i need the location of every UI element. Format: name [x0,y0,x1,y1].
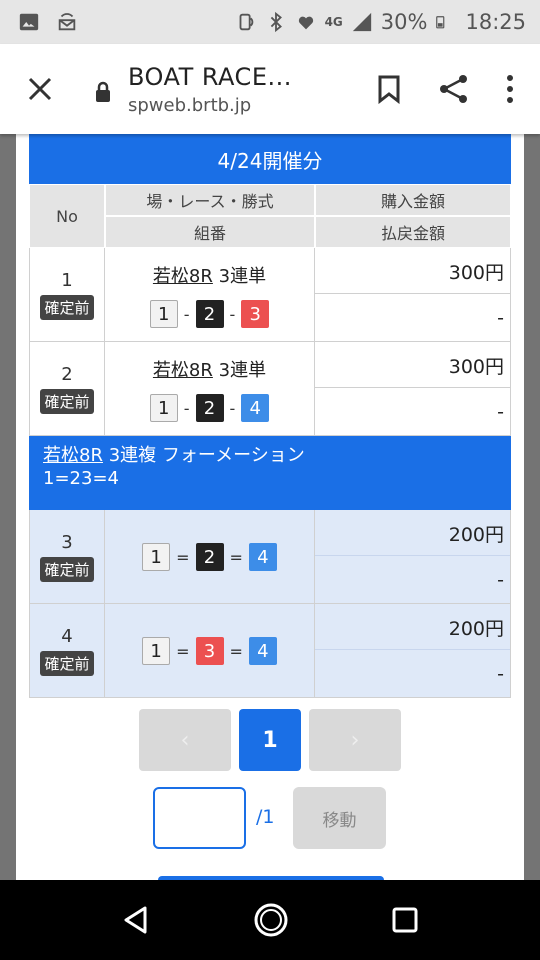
wifi-mail-notification-icon [58,13,76,31]
table-header: No 場・レース・勝式 購入金額 組番 払戻金額 [29,184,511,248]
recents-icon[interactable] [391,906,419,934]
page-url: spweb.brtb.jp [128,94,252,116]
share-icon[interactable] [438,73,470,105]
refund-amount: - [497,401,504,423]
combo-sep: - [183,398,190,418]
boat-number: 2 [195,300,224,328]
combo-sep: = [229,547,243,567]
bluetooth-icon [270,11,282,33]
status-badge: 確定前 [40,557,94,582]
header-refund: 払戻金額 [315,216,511,248]
boat-number: 3 [195,637,224,665]
formation-race-link[interactable]: 若松8R [43,445,103,466]
combo: 1- 2- 4 [149,394,270,422]
refund-amount: - [497,569,504,591]
signal-icon [352,12,371,32]
refund-amount: - [497,307,504,329]
race-link[interactable]: 若松8R [153,266,213,287]
jump-button[interactable]: 移動 [293,787,386,849]
prev-page-button[interactable]: ‹ [139,709,231,771]
boat-number: 3 [241,300,270,328]
content-sheet: 4/24開催分 No 場・レース・勝式 購入金額 組番 払戻金額 1 確定前 若松… [16,134,524,880]
boat-number: 1 [142,637,171,665]
more-options-icon[interactable] [506,74,514,104]
formation-header: 若松8R 3連複 フォーメーション 1=23=4 [29,436,511,510]
header-combo: 組番 [105,216,315,248]
purchase-amount: 300円 [315,342,510,388]
status-badge: 確定前 [40,295,94,320]
combo-sep: - [183,304,190,324]
back-icon[interactable] [121,905,151,935]
boat-number: 2 [195,543,224,571]
battery-percent: 30% [380,10,428,34]
nfc-icon [239,13,253,31]
home-icon[interactable] [253,902,289,938]
web-page: 4/24開催分 No 場・レース・勝式 購入金額 組番 払戻金額 1 確定前 若松… [0,134,540,880]
status-badge: 確定前 [40,651,94,676]
browser-toolbar: BOAT RACE... spweb.brtb.jp [0,44,540,134]
boat-number: 4 [248,543,277,571]
current-page-button[interactable]: 1 [239,709,301,771]
formation-label: 3連複 フォーメーション [102,445,305,466]
combo-sep: = [229,641,243,661]
race-link[interactable]: 若松8R [153,360,213,381]
purchase-amount: 300円 [315,248,510,294]
page-title: BOAT RACE... [128,62,292,91]
page-jump: /1 移動 [16,786,524,850]
date-banner: 4/24開催分 [29,134,511,184]
page-total: /1 [256,806,275,828]
bet-table: No 場・レース・勝式 購入金額 組番 払戻金額 1 確定前 若松8R 3連単 1… [29,184,511,698]
combo: 1 = 3 = 4 [142,637,277,665]
bookmark-icon[interactable] [376,74,402,104]
combo-sep: - [229,398,236,418]
header-amount: 購入金額 [315,184,511,216]
table-row: 4 確定前 1 = 3 = 4 200円 - [29,604,511,698]
lock-icon [96,81,110,102]
purchase-amount: 200円 [315,604,510,650]
next-page-button[interactable]: › [309,709,401,771]
close-button[interactable] [0,44,80,134]
table-row: 3 確定前 1 = 2 = 4 200円 - [29,510,511,604]
system-nav-bar [0,880,540,960]
battery-icon [436,16,445,29]
gallery-notification-icon [19,13,39,31]
clock: 18:25 [465,10,526,34]
table-row: 2 確定前 若松8R 3連単 1- 2- 4 300円 - [29,342,511,436]
status-bar: 4G 30% 18:25 [0,0,540,44]
page-number-input[interactable] [153,787,246,849]
network-type: 4G [324,15,343,29]
boat-number: 1 [142,543,171,571]
boat-number: 1 [149,300,178,328]
boat-number: 2 [195,394,224,422]
bet-type: 3連単 [212,266,267,287]
boat-number: 4 [248,637,277,665]
boat-number: 4 [241,394,270,422]
refund-amount: - [497,663,504,685]
bet-type: 3連単 [212,360,267,381]
combo: 1- 2- 3 [149,300,270,328]
header-no: No [29,184,105,248]
table-row: 1 確定前 若松8R 3連単 1- 2- 3 300円 - [29,248,511,342]
purchase-amount: 200円 [315,510,510,556]
row-no: 2 [61,364,73,385]
combo-sep: = [176,641,190,661]
pagination: ‹ 1 › [16,709,524,771]
combo: 1 = 2 = 4 [142,543,277,571]
row-no: 1 [61,270,73,291]
combo-sep: = [176,547,190,567]
status-badge: 確定前 [40,389,94,414]
row-no: 4 [61,626,73,647]
hotspot-heart-icon [298,16,313,30]
boat-number: 1 [149,394,178,422]
header-race: 場・レース・勝式 [105,184,315,216]
close-icon [28,77,52,101]
formation-combo: 1=23=4 [43,468,119,490]
row-no: 3 [61,532,73,553]
combo-sep: - [229,304,236,324]
